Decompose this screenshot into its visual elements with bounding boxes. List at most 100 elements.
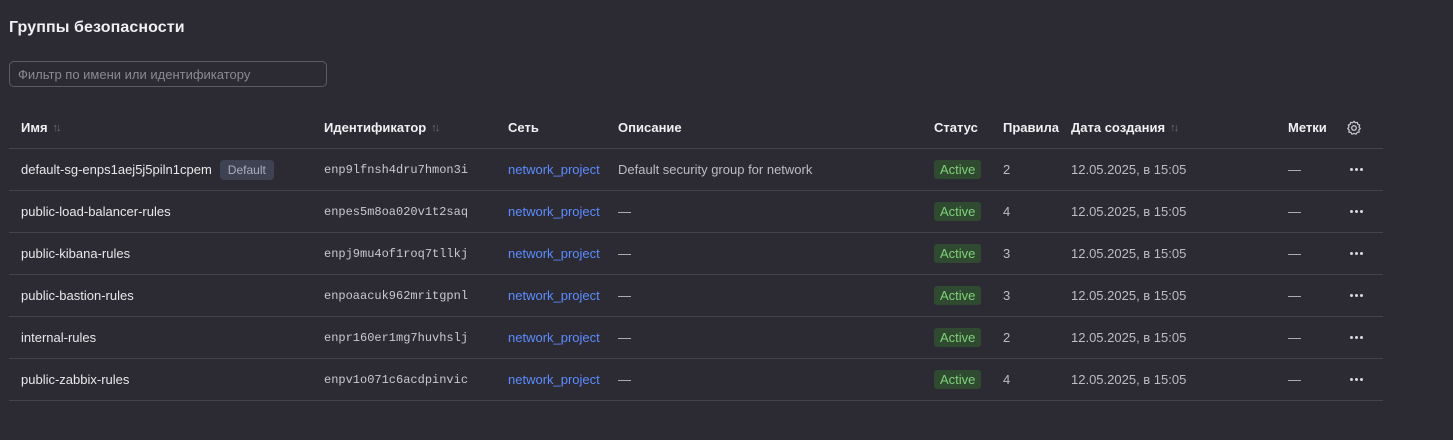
- column-header-rules: Правила: [1003, 107, 1059, 148]
- row-actions: [1346, 275, 1367, 316]
- network-link[interactable]: network_project: [508, 372, 600, 387]
- labels-value: —: [1288, 372, 1301, 387]
- table-header: Имя ↑↓ Идентификатор ↑↓ Сеть Описание Ст…: [9, 107, 1383, 149]
- more-horizontal-icon[interactable]: [1346, 374, 1367, 385]
- description: Default security group for network: [618, 162, 813, 177]
- table-row[interactable]: public-kibana-rules enpj9mu4of1roq7tllkj…: [9, 233, 1383, 275]
- more-horizontal-icon[interactable]: [1346, 206, 1367, 217]
- sort-icon[interactable]: ↑↓: [1170, 122, 1179, 134]
- network-cell: network_project: [508, 149, 600, 190]
- created-date: 12.05.2025, в 15:05: [1071, 204, 1187, 219]
- status-cell: Active: [934, 275, 982, 316]
- table-row[interactable]: internal-rules enpr160er1mg7huvhslj netw…: [9, 317, 1383, 359]
- labels-value: —: [1288, 162, 1301, 177]
- network-link[interactable]: network_project: [508, 246, 600, 261]
- network-cell: network_project: [508, 275, 600, 316]
- column-header-status-label: Статус: [934, 120, 978, 135]
- group-id: enpoaacuk962mritgpnl: [324, 288, 469, 303]
- group-name[interactable]: public-kibana-rules: [21, 246, 130, 261]
- security-groups-page: Группы безопасности Имя ↑↓ Идентификатор…: [0, 0, 1453, 440]
- more-horizontal-icon[interactable]: [1346, 248, 1367, 259]
- labels-value: —: [1288, 204, 1301, 219]
- group-id: enpv1o071c6acdpinvic: [324, 372, 469, 387]
- row-actions: [1346, 149, 1367, 190]
- column-header-id[interactable]: Идентификатор ↑↓: [324, 107, 440, 148]
- group-name[interactable]: default-sg-enps1aej5j5piln1cpem: [21, 162, 212, 177]
- description: —: [618, 330, 631, 345]
- more-horizontal-icon[interactable]: [1346, 164, 1367, 175]
- name-cell: public-load-balancer-rules: [21, 191, 171, 232]
- rules-count: 2: [1003, 330, 1011, 345]
- row-actions: [1346, 233, 1367, 274]
- more-horizontal-icon[interactable]: [1346, 332, 1367, 343]
- column-header-created[interactable]: Дата создания ↑↓: [1071, 107, 1179, 148]
- created-date: 12.05.2025, в 15:05: [1071, 330, 1187, 345]
- name-cell: internal-rules: [21, 317, 96, 358]
- network-link[interactable]: network_project: [508, 330, 600, 345]
- name-cell: public-bastion-rules: [21, 275, 134, 316]
- network-link[interactable]: network_project: [508, 204, 600, 219]
- filter-input[interactable]: [9, 61, 327, 87]
- table-settings[interactable]: [1346, 107, 1362, 148]
- rules-count: 4: [1003, 372, 1011, 387]
- labels-value: —: [1288, 330, 1301, 345]
- network-cell: network_project: [508, 233, 600, 274]
- network-link[interactable]: network_project: [508, 162, 600, 177]
- more-horizontal-icon[interactable]: [1346, 290, 1367, 301]
- status-badge: Active: [934, 286, 982, 305]
- description: —: [618, 204, 631, 219]
- name-cell: default-sg-enps1aej5j5piln1cpem Default: [21, 149, 274, 190]
- column-header-name[interactable]: Имя ↑↓: [21, 107, 62, 148]
- sort-icon[interactable]: ↑↓: [53, 122, 62, 134]
- labels-value: —: [1288, 246, 1301, 261]
- rules-count: 3: [1003, 246, 1011, 261]
- column-header-description-label: Описание: [618, 120, 682, 135]
- status-cell: Active: [934, 317, 982, 358]
- group-name[interactable]: public-bastion-rules: [21, 288, 134, 303]
- status-badge: Active: [934, 244, 982, 263]
- network-cell: network_project: [508, 191, 600, 232]
- column-header-labels-label: Метки: [1288, 120, 1327, 135]
- network-cell: network_project: [508, 317, 600, 358]
- security-groups-table: Имя ↑↓ Идентификатор ↑↓ Сеть Описание Ст…: [9, 107, 1383, 401]
- rules-count: 2: [1003, 162, 1011, 177]
- rules-count: 3: [1003, 288, 1011, 303]
- status-cell: Active: [934, 149, 982, 190]
- group-id: enp9lfnsh4dru7hmon3i: [324, 162, 469, 177]
- status-badge: Active: [934, 160, 982, 179]
- group-id: enpes5m8oa020v1t2saq: [324, 204, 469, 219]
- status-cell: Active: [934, 233, 982, 274]
- sort-icon[interactable]: ↑↓: [431, 122, 440, 134]
- status-cell: Active: [934, 359, 982, 400]
- status-badge: Active: [934, 370, 982, 389]
- row-actions: [1346, 191, 1367, 232]
- table-body: default-sg-enps1aej5j5piln1cpem Default …: [9, 149, 1383, 401]
- status-badge: Active: [934, 202, 982, 221]
- table-row[interactable]: public-load-balancer-rules enpes5m8oa020…: [9, 191, 1383, 233]
- column-header-network: Сеть: [508, 107, 539, 148]
- gear-icon[interactable]: [1346, 120, 1362, 136]
- labels-value: —: [1288, 288, 1301, 303]
- created-date: 12.05.2025, в 15:05: [1071, 162, 1187, 177]
- row-actions: [1346, 317, 1367, 358]
- group-name[interactable]: internal-rules: [21, 330, 96, 345]
- name-cell: public-zabbix-rules: [21, 359, 129, 400]
- network-link[interactable]: network_project: [508, 288, 600, 303]
- column-header-network-label: Сеть: [508, 120, 539, 135]
- group-id: enpr160er1mg7huvhslj: [324, 330, 469, 345]
- table-row[interactable]: public-zabbix-rules enpv1o071c6acdpinvic…: [9, 359, 1383, 401]
- name-cell: public-kibana-rules: [21, 233, 130, 274]
- column-header-created-label: Дата создания: [1071, 120, 1166, 135]
- page-title: Группы безопасности: [9, 19, 185, 36]
- column-header-name-label: Имя: [21, 120, 48, 135]
- row-actions: [1346, 359, 1367, 400]
- group-name[interactable]: public-zabbix-rules: [21, 372, 129, 387]
- description: —: [618, 246, 631, 261]
- description: —: [618, 288, 631, 303]
- column-header-description: Описание: [618, 107, 682, 148]
- group-name[interactable]: public-load-balancer-rules: [21, 204, 171, 219]
- network-cell: network_project: [508, 359, 600, 400]
- description: —: [618, 372, 631, 387]
- table-row[interactable]: public-bastion-rules enpoaacuk962mritgpn…: [9, 275, 1383, 317]
- table-row[interactable]: default-sg-enps1aej5j5piln1cpem Default …: [9, 149, 1383, 191]
